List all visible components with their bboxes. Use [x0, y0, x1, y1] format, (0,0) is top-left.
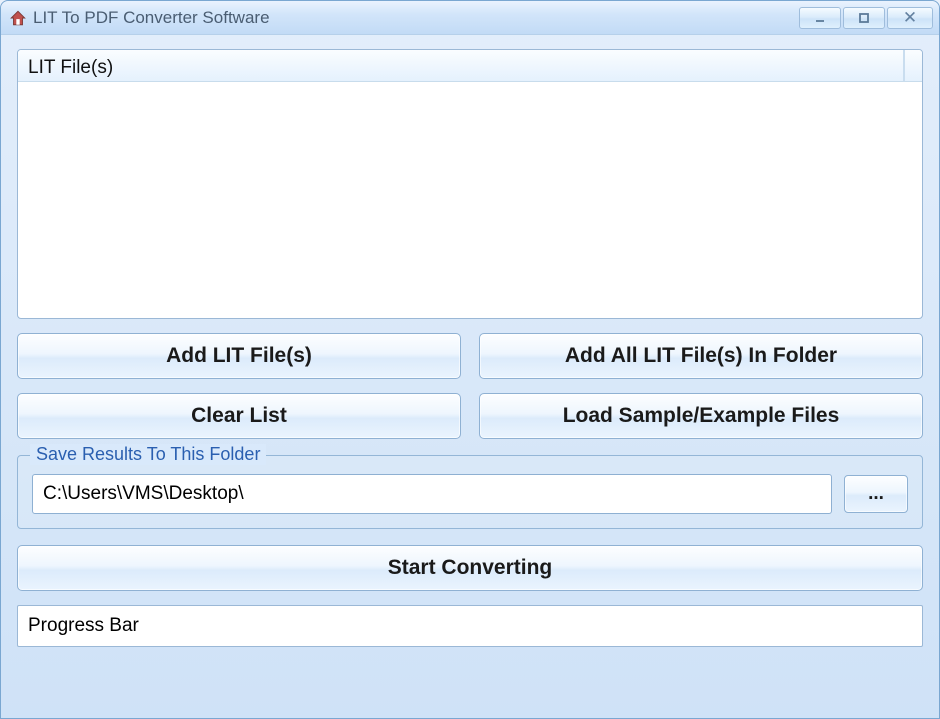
button-row-1: Add LIT File(s) Add All LIT File(s) In F… [17, 333, 923, 379]
progress-bar: Progress Bar [17, 605, 923, 647]
maximize-button[interactable] [843, 7, 885, 29]
minimize-button[interactable] [799, 7, 841, 29]
browse-button[interactable]: ... [844, 475, 908, 513]
file-list[interactable]: LIT File(s) [17, 49, 923, 319]
load-sample-button[interactable]: Load Sample/Example Files [479, 393, 923, 439]
window-title: LIT To PDF Converter Software [33, 8, 797, 28]
save-folder-group: Save Results To This Folder ... [17, 455, 923, 529]
close-button[interactable]: ✕ [887, 7, 933, 29]
clear-list-button[interactable]: Clear List [17, 393, 461, 439]
add-folder-button[interactable]: Add All LIT File(s) In Folder [479, 333, 923, 379]
app-icon [9, 9, 27, 27]
file-list-header: LIT File(s) [18, 50, 922, 82]
window-controls: ✕ [797, 7, 933, 29]
button-row-2: Clear List Load Sample/Example Files [17, 393, 923, 439]
close-icon: ✕ [903, 9, 917, 26]
client-area: LIT File(s) Add LIT File(s) Add All LIT … [1, 35, 939, 659]
start-converting-button[interactable]: Start Converting [17, 545, 923, 591]
save-folder-legend: Save Results To This Folder [30, 444, 266, 465]
save-folder-input[interactable] [32, 474, 832, 514]
application-window: LIT To PDF Converter Software ✕ LIT File… [0, 0, 940, 719]
save-folder-row: ... [32, 474, 908, 514]
start-row: Start Converting [17, 545, 923, 591]
file-list-column-header[interactable]: LIT File(s) [18, 50, 904, 81]
file-list-header-spacer [904, 50, 922, 81]
titlebar: LIT To PDF Converter Software ✕ [1, 1, 939, 35]
progress-label: Progress Bar [28, 615, 139, 637]
add-files-button[interactable]: Add LIT File(s) [17, 333, 461, 379]
